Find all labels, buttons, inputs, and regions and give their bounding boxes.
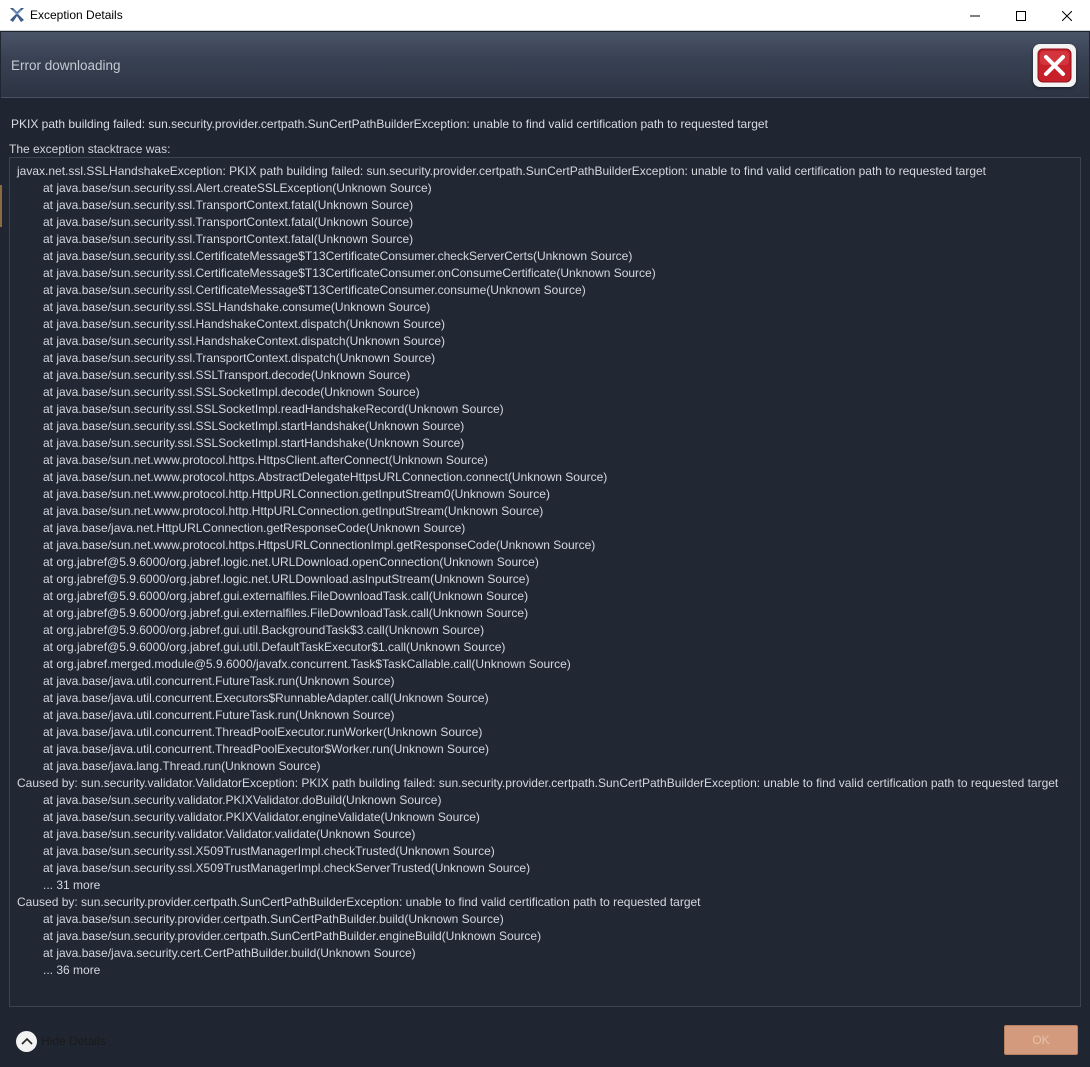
stacktrace-line: at java.base/java.util.concurrent.Execut… bbox=[43, 691, 489, 705]
stacktrace-line: at java.base/sun.security.validator.PKIX… bbox=[43, 793, 442, 807]
stacktrace-line: at java.base/sun.security.ssl.SSLSocketI… bbox=[43, 385, 420, 399]
stacktrace-line: at java.base/sun.security.ssl.TransportC… bbox=[43, 215, 414, 229]
stacktrace-line: at java.base/sun.security.provider.certp… bbox=[43, 929, 542, 943]
error-x-icon bbox=[1037, 48, 1072, 83]
maximize-button[interactable] bbox=[998, 0, 1044, 31]
stacktrace-line: at java.base/sun.net.www.protocol.http.H… bbox=[43, 487, 550, 501]
stacktrace-line: at java.base/sun.security.provider.certp… bbox=[43, 912, 504, 926]
error-badge bbox=[1033, 44, 1076, 87]
stacktrace-line: at java.base/java.security.cert.CertPath… bbox=[43, 946, 416, 960]
minimize-icon bbox=[970, 15, 980, 16]
stacktrace-label: The exception stacktrace was: bbox=[9, 142, 171, 156]
stacktrace-line: at java.base/sun.net.www.protocol.https.… bbox=[43, 470, 608, 484]
stacktrace-line: at java.base/sun.net.www.protocol.https.… bbox=[43, 538, 596, 552]
stacktrace-line: at java.base/sun.security.validator.Vali… bbox=[43, 827, 416, 841]
stacktrace-line: at java.base/sun.security.ssl.HandshakeC… bbox=[43, 334, 445, 348]
stacktrace-line: at java.base/sun.security.ssl.Certificat… bbox=[43, 283, 586, 297]
stacktrace-line: Caused by: sun.security.provider.certpat… bbox=[17, 895, 701, 909]
stacktrace-textarea[interactable]: javax.net.ssl.SSLHandshakeException: PKI… bbox=[9, 157, 1081, 1007]
stacktrace-line: at java.base/sun.security.ssl.TransportC… bbox=[43, 351, 436, 365]
window-title: Exception Details bbox=[30, 8, 123, 22]
stacktrace-line: at org.jabref.merged.module@5.9.6000/jav… bbox=[43, 657, 571, 671]
chevron-up-icon bbox=[16, 1030, 37, 1052]
stacktrace-line: at org.jabref@5.9.6000/org.jabref.logic.… bbox=[43, 572, 530, 586]
maximize-icon bbox=[1016, 10, 1026, 21]
stacktrace-line: javax.net.ssl.SSLHandshakeException: PKI… bbox=[17, 164, 987, 178]
dialog-header: Error downloading bbox=[1, 32, 1089, 98]
stacktrace-line: at java.base/sun.net.www.protocol.http.H… bbox=[43, 504, 544, 518]
stacktrace-line: at java.base/sun.security.ssl.SSLSocketI… bbox=[43, 402, 504, 416]
window-edge-accent bbox=[0, 185, 2, 227]
stacktrace-line: at java.base/java.util.concurrent.Thread… bbox=[43, 742, 490, 756]
ok-button[interactable]: OK bbox=[1004, 1025, 1078, 1055]
stacktrace-line: Caused by: sun.security.validator.Valida… bbox=[17, 776, 1059, 790]
stacktrace-line: at java.base/java.net.HttpURLConnection.… bbox=[43, 521, 466, 535]
stacktrace-line: at org.jabref@5.9.6000/org.jabref.gui.ut… bbox=[43, 623, 485, 637]
stacktrace-line: at java.base/java.lang.Thread.run(Unknow… bbox=[43, 759, 321, 773]
stacktrace-line: at org.jabref@5.9.6000/org.jabref.gui.ex… bbox=[43, 606, 529, 620]
stacktrace-line: at org.jabref@5.9.6000/org.jabref.gui.ut… bbox=[43, 640, 506, 654]
stacktrace-line: at java.base/sun.security.ssl.TransportC… bbox=[43, 232, 414, 246]
jabref-app-icon bbox=[9, 7, 25, 23]
hide-details-button[interactable]: Hide Details bbox=[16, 1030, 106, 1052]
close-icon bbox=[1062, 10, 1072, 21]
minimize-button[interactable] bbox=[952, 0, 998, 31]
stacktrace-line: at java.base/sun.security.ssl.Certificat… bbox=[43, 266, 656, 280]
stacktrace-line: at java.base/sun.security.ssl.SSLHandsha… bbox=[43, 300, 431, 314]
stacktrace-line: at java.base/java.util.concurrent.Future… bbox=[43, 708, 395, 722]
close-button[interactable] bbox=[1044, 0, 1090, 31]
stacktrace-line: at java.base/java.util.concurrent.Future… bbox=[43, 674, 395, 688]
stacktrace-line: at java.base/sun.security.ssl.SSLSocketI… bbox=[43, 419, 465, 433]
error-message: PKIX path building failed: sun.security.… bbox=[11, 117, 768, 131]
stacktrace-line: at java.base/java.util.concurrent.Thread… bbox=[43, 725, 483, 739]
stacktrace-line: at java.base/sun.net.www.protocol.https.… bbox=[43, 453, 488, 467]
stacktrace-line: ... 31 more bbox=[43, 878, 101, 892]
stacktrace-line: at java.base/sun.security.validator.PKIX… bbox=[43, 810, 480, 824]
window-titlebar: Exception Details bbox=[0, 0, 1090, 31]
stacktrace-line: at java.base/sun.security.ssl.SSLTranspo… bbox=[43, 368, 411, 382]
stacktrace-line: at java.base/sun.security.ssl.Certificat… bbox=[43, 249, 633, 263]
stacktrace-line: at java.base/sun.security.ssl.Alert.crea… bbox=[43, 181, 432, 195]
stacktrace-line: at org.jabref@5.9.6000/org.jabref.logic.… bbox=[43, 555, 539, 569]
hide-details-label: Hide Details bbox=[41, 1034, 106, 1048]
stacktrace-line: at java.base/sun.security.ssl.SSLSocketI… bbox=[43, 436, 465, 450]
dialog-header-title: Error downloading bbox=[11, 58, 121, 73]
stacktrace-line: at java.base/sun.security.ssl.HandshakeC… bbox=[43, 317, 445, 331]
stacktrace-line: at java.base/sun.security.ssl.TransportC… bbox=[43, 198, 414, 212]
stacktrace-line: at java.base/sun.security.ssl.X509TrustM… bbox=[43, 844, 495, 858]
stacktrace-line: at org.jabref@5.9.6000/org.jabref.gui.ex… bbox=[43, 589, 529, 603]
stacktrace-line: ... 36 more bbox=[43, 963, 101, 977]
stacktrace-line: at java.base/sun.security.ssl.X509TrustM… bbox=[43, 861, 531, 875]
window-controls bbox=[952, 0, 1090, 31]
